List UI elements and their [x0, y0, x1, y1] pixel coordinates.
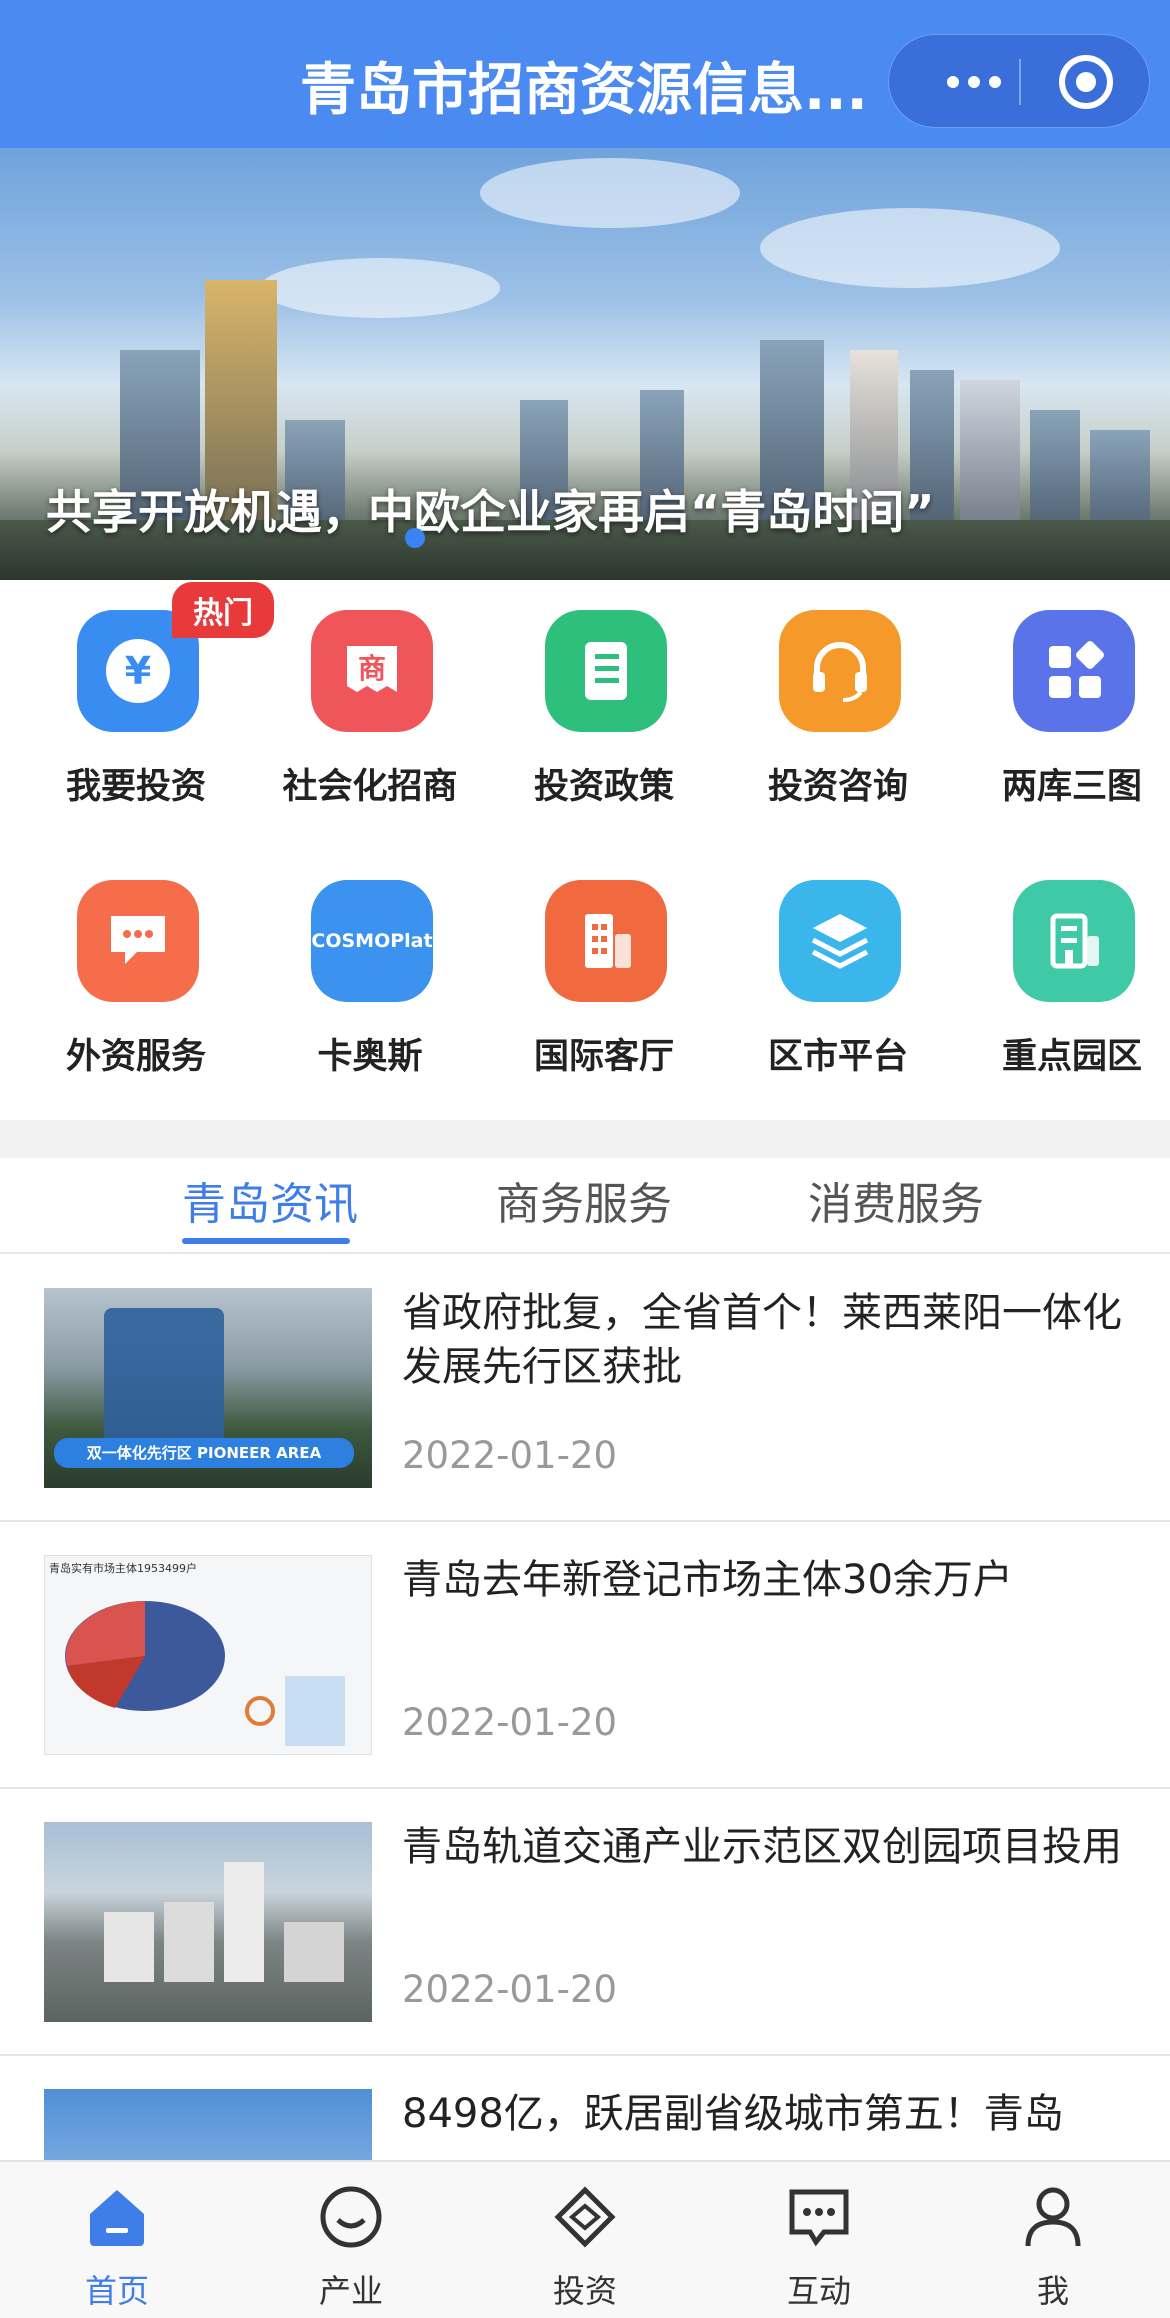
news-title: 8498亿，跃居副省级城市第五！青岛 — [402, 2091, 1064, 2137]
smile-icon — [320, 2186, 382, 2248]
news-title: 省政府批复，全省首个！莱西莱阳一体化发展先行区获批 — [402, 1290, 1122, 1390]
news-item[interactable]: 双一体化先行区 PIONEER AREA 省政府批复，全省首个！莱西莱阳一体化发… — [0, 1256, 1170, 1522]
hot-badge: 热门 — [172, 582, 274, 638]
park-icon — [1013, 880, 1135, 1002]
news-title: 青岛轨道交通产业示范区双创园项目投用 — [402, 1824, 1122, 1870]
news-title: 青岛去年新登记市场主体30余万户 — [402, 1557, 1013, 1603]
grid-item-label: 卡奥斯 — [317, 1037, 423, 1077]
grid-item-label: 国际客厅 — [533, 1037, 674, 1077]
news-item[interactable]: 青岛实有市场主体1953499户 青岛去年新登记市场主体30余万户 2022-0… — [0, 1523, 1170, 1789]
grid-item-label: 投资咨询 — [767, 767, 908, 807]
nav-interact[interactable]: 互动 — [702, 2162, 936, 2318]
cloud-shape — [480, 158, 740, 228]
building-shape — [104, 1912, 154, 1982]
grid-item-social-investment[interactable]: 商 社会化招商 — [253, 580, 487, 810]
news-thumbnail: 青岛实有市场主体1953499户 — [44, 1555, 372, 1755]
nav-invest[interactable]: 投资 — [468, 2162, 702, 2318]
banner-carousel[interactable]: 共享开放机遇，中欧企业家再启“青岛时间” — [0, 148, 1170, 580]
nav-label: 产业 — [318, 2272, 383, 2310]
nav-home[interactable]: 首页 — [0, 2162, 234, 2318]
svg-text:¥: ¥ — [125, 649, 151, 693]
chat-icon — [77, 880, 199, 1002]
magnifier-shape — [245, 1696, 275, 1726]
news-date: 2022-01-20 — [402, 1434, 618, 1477]
svg-text:商: 商 — [358, 652, 386, 685]
home-icon — [90, 2190, 144, 2246]
title-bar: 青岛市招商资源信息... — [0, 0, 1170, 148]
news-tabs: 青岛资讯 商务服务 消费服务 — [0, 1158, 1170, 1254]
building-shape — [285, 1676, 345, 1746]
nav-label: 我 — [1036, 2272, 1069, 2310]
close-target-icon[interactable] — [1059, 55, 1113, 109]
capsule-divider — [1019, 59, 1021, 105]
shop-icon: 商 — [311, 610, 433, 732]
pie-chart-thumbnail — [65, 1601, 225, 1711]
grid-item-label: 外资服务 — [65, 1037, 206, 1077]
document-icon — [545, 610, 667, 732]
building-shape — [284, 1922, 344, 1982]
message-icon — [789, 2189, 849, 2247]
nav-me[interactable]: 我 — [936, 2162, 1170, 2318]
nav-label: 投资 — [552, 2272, 617, 2310]
user-icon — [1025, 2187, 1081, 2247]
service-grid: ¥ 我要投资 商 社会化招商 投资政策 投资咨询 两库三图 外资服务 COSMO… — [0, 580, 1170, 1120]
tab-qingdao-news[interactable]: 青岛资讯 — [182, 1168, 358, 1232]
grid-item-label: 区市平台 — [767, 1037, 908, 1077]
building-icon — [545, 880, 667, 1002]
bottom-tab-bar: 首页 产业 投资 互动 我 — [0, 2160, 1170, 2318]
building-shape — [224, 1862, 264, 1982]
thumbnail-text: 青岛实有市场主体1953499户 — [49, 1562, 197, 1575]
grid-item-district-platform[interactable]: 区市平台 — [721, 850, 955, 1080]
grid-item-label: 投资政策 — [533, 767, 674, 807]
page-title: 青岛市招商资源信息... — [300, 58, 868, 123]
news-thumbnail: 双一体化先行区 PIONEER AREA — [44, 1288, 372, 1488]
headset-icon — [779, 610, 901, 732]
cosmoplat-icon: COSMOPlat — [311, 880, 433, 1002]
grid-item-label: 两库三图 — [1001, 767, 1142, 807]
mini-program-capsule — [888, 34, 1150, 128]
grid-item-label: 重点园区 — [1001, 1037, 1142, 1077]
tab-business-services[interactable]: 商务服务 — [496, 1168, 672, 1232]
news-thumbnail — [44, 1822, 372, 2022]
news-item[interactable]: 青岛轨道交通产业示范区双创园项目投用 2022-01-20 — [0, 1790, 1170, 2056]
nav-label: 互动 — [786, 2272, 851, 2310]
thumbnail-text: 双一体化先行区 PIONEER AREA — [54, 1438, 354, 1468]
nav-label: 首页 — [84, 2272, 149, 2310]
cloud-shape — [760, 208, 1060, 288]
grid-item-cosmoplat[interactable]: COSMOPlat 卡奥斯 — [253, 850, 487, 1080]
banner-caption: 共享开放机遇，中欧企业家再启“青岛时间” — [46, 485, 935, 539]
building-shape — [960, 380, 1020, 540]
building-shape — [164, 1902, 214, 1982]
app-root: 青岛市招商资源信息... 共享开放机遇，中欧企业家再启“青岛时间” ¥ 我要投资… — [0, 0, 1170, 2318]
grid-item-consult[interactable]: 投资咨询 — [721, 580, 955, 810]
carousel-indicator — [405, 528, 425, 548]
apps-icon — [1013, 610, 1135, 732]
cloud-shape — [260, 258, 500, 318]
layers-icon — [779, 880, 901, 1002]
news-date: 2022-01-20 — [402, 1701, 618, 1744]
section-divider — [0, 1120, 1170, 1158]
active-tab-underline — [182, 1238, 350, 1244]
grid-item-two-libraries[interactable]: 两库三图 — [955, 580, 1170, 810]
grid-item-foreign-service[interactable]: 外资服务 — [19, 850, 253, 1080]
news-date: 2022-01-20 — [402, 1968, 618, 2011]
grid-item-key-parks[interactable]: 重点园区 — [955, 850, 1170, 1080]
tab-consumer-services[interactable]: 消费服务 — [808, 1168, 984, 1232]
nav-industry[interactable]: 产业 — [234, 2162, 468, 2318]
grid-item-label: 我要投资 — [65, 767, 206, 807]
more-menu-icon[interactable] — [929, 59, 1019, 105]
grid-item-label: 社会化招商 — [282, 767, 458, 807]
handshake-icon — [554, 2186, 616, 2248]
grid-item-international-hall[interactable]: 国际客厅 — [487, 850, 721, 1080]
cosmoplat-logo-text: COSMOPlat — [311, 930, 433, 952]
grid-item-policy[interactable]: 投资政策 — [487, 580, 721, 810]
